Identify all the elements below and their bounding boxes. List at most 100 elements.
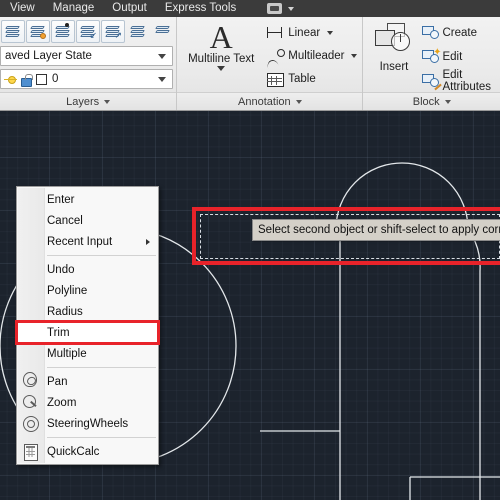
layer-freeze-icon[interactable]: [126, 20, 150, 43]
chevron-down-icon[interactable]: [351, 53, 358, 58]
panel-title-block-label: Block: [412, 95, 440, 108]
menu-item-express-tools[interactable]: Express Tools: [156, 0, 245, 17]
context-menu-separator: [47, 255, 156, 256]
context-menu-item-quickcalc[interactable]: QuickCalc: [17, 441, 158, 462]
multiline-text-button[interactable]: A Multiline Text: [177, 21, 265, 92]
context-menu-item-undo-label: Undo: [47, 263, 75, 276]
chevron-down-icon[interactable]: [327, 30, 334, 35]
context-menu-item-polyline-label: Polyline: [47, 284, 88, 297]
layer-unlock-icon[interactable]: [19, 73, 33, 87]
context-menu-item-trim-label: Trim: [47, 326, 70, 339]
context-menu-item-undo[interactable]: Undo: [17, 259, 158, 280]
layer-properties-icon[interactable]: [1, 20, 25, 43]
ribbon-panel-layers: ↙ ↗ aved Layer State 0 Layers: [0, 17, 177, 110]
context-menu-item-zoom-label: Zoom: [47, 396, 77, 409]
context-menu-item-quickcalc-label: QuickCalc: [47, 445, 100, 458]
context-menu-item-pan[interactable]: Pan: [17, 371, 158, 392]
layer-on-sun-icon[interactable]: [4, 73, 17, 86]
layer-previous-icon[interactable]: ↙: [76, 20, 100, 43]
context-menu-item-cancel[interactable]: Cancel: [17, 210, 158, 231]
context-menu-item-pan-label: Pan: [47, 375, 68, 388]
context-menu-item-radius-label: Radius: [47, 305, 83, 318]
autocad-window: View Manage Output Express Tools ↙ ↗ ave…: [0, 0, 500, 500]
menu-item-output[interactable]: Output: [103, 0, 156, 17]
context-menu-item-zoom[interactable]: Zoom: [17, 392, 158, 413]
annotation-item-multileader[interactable]: Multileader: [265, 46, 358, 65]
text-a-icon: A: [209, 19, 233, 55]
context-menu[interactable]: Enter Cancel Recent Input Undo Polyline …: [15, 186, 160, 465]
context-menu-item-enter-label: Enter: [47, 193, 75, 206]
layer-selector-dropdown[interactable]: 0: [0, 69, 174, 89]
block-item-create[interactable]: Create: [420, 23, 500, 42]
layer-state-dropdown[interactable]: aved Layer State: [0, 46, 174, 66]
annotation-item-linear[interactable]: Linear: [265, 23, 357, 42]
command-tooltip: Select second object or shift-select to …: [252, 219, 500, 241]
linear-dimension-icon: [265, 24, 285, 41]
layers-panel-body: ↙ ↗ aved Layer State 0: [0, 17, 176, 92]
annotation-item-table[interactable]: Table: [265, 69, 357, 88]
ribbon-panel-block: Insert Create ✦ Edit Edit Attributes Blo…: [363, 17, 500, 110]
menu-bar: View Manage Output Express Tools: [0, 0, 500, 17]
multileader-icon: [265, 47, 286, 64]
layer-match-icon[interactable]: [51, 20, 75, 43]
layer-color-swatch[interactable]: [36, 73, 47, 85]
annotation-item-multileader-label: Multileader: [288, 49, 345, 62]
pan-hand-icon: [23, 372, 37, 387]
multiline-text-label: Multiline Text: [188, 53, 255, 65]
insert-button-label: Insert: [379, 61, 409, 73]
context-menu-item-recent-input[interactable]: Recent Input: [17, 231, 158, 252]
context-menu-separator: [47, 367, 156, 368]
context-menu-item-recent-input-label: Recent Input: [47, 235, 113, 248]
chevron-down-icon[interactable]: [288, 6, 295, 11]
chevron-down-icon: [158, 76, 167, 82]
context-menu-item-steeringwheels[interactable]: SteeringWheels: [17, 413, 158, 434]
context-menu-item-steeringwheels-label: SteeringWheels: [47, 417, 129, 430]
menu-item-view[interactable]: View: [0, 0, 44, 17]
context-menu-item-enter[interactable]: Enter: [17, 189, 158, 210]
annotation-panel-body: A Multiline Text Linear Multileader Tabl…: [177, 17, 362, 92]
annotation-item-table-label: Table: [288, 72, 316, 85]
block-items-list: Create ✦ Edit Edit Attributes: [420, 21, 500, 93]
panel-title-annotation[interactable]: Annotation: [177, 92, 363, 110]
chevron-down-icon: [158, 53, 167, 59]
block-item-edit[interactable]: ✦ Edit: [420, 47, 500, 66]
context-menu-item-cancel-label: Cancel: [47, 214, 83, 227]
chevron-right-icon: [146, 238, 150, 245]
block-panel-body: Insert Create ✦ Edit Edit Attributes: [363, 17, 500, 93]
ribbon-panel-annotation: A Multiline Text Linear Multileader Tabl…: [177, 17, 363, 110]
layer-isolate-icon[interactable]: ↗: [101, 20, 125, 43]
layer-make-current-icon[interactable]: [26, 20, 50, 43]
layer-off-icon[interactable]: [151, 20, 175, 43]
context-menu-item-radius[interactable]: Radius: [17, 301, 158, 322]
block-item-edit-attributes[interactable]: Edit Attributes: [420, 68, 500, 93]
context-menu-item-multiple[interactable]: Multiple: [17, 343, 158, 364]
chevron-down-icon: [104, 99, 111, 104]
panel-title-layers[interactable]: Layers: [0, 92, 177, 110]
context-menu-item-polyline[interactable]: Polyline: [17, 280, 158, 301]
context-menu-item-multiple-label: Multiple: [47, 347, 87, 360]
table-icon: [265, 70, 285, 87]
panel-title-annotation-label: Annotation: [238, 95, 291, 108]
chevron-down-icon: [444, 99, 451, 104]
insert-block-icon: [373, 23, 415, 59]
zoom-magnifier-icon: [22, 394, 39, 411]
display-icon[interactable]: [267, 3, 283, 14]
chevron-down-icon[interactable]: [217, 66, 226, 71]
panel-title-block[interactable]: Block: [363, 92, 500, 110]
menu-item-manage[interactable]: Manage: [44, 0, 104, 17]
block-item-edit-label: Edit: [442, 50, 463, 63]
context-menu-item-trim[interactable]: Trim: [15, 320, 160, 345]
insert-button[interactable]: Insert: [367, 21, 420, 92]
block-item-edit-attributes-label: Edit Attributes: [442, 68, 492, 93]
chevron-down-icon: [295, 99, 302, 104]
panel-title-layers-label: Layers: [66, 95, 100, 108]
annotation-items-list: Linear Multileader Table: [265, 21, 358, 92]
block-create-icon: [420, 24, 442, 41]
layer-state-value: aved Layer State: [5, 50, 92, 62]
block-item-create-label: Create: [442, 26, 478, 39]
block-edit-attributes-icon: [420, 72, 443, 91]
annotation-item-linear-label: Linear: [288, 26, 321, 39]
layer-name-label: 0: [52, 73, 59, 85]
layer-buttons-row: ↙ ↗: [0, 17, 176, 43]
block-edit-icon: ✦: [420, 48, 442, 65]
